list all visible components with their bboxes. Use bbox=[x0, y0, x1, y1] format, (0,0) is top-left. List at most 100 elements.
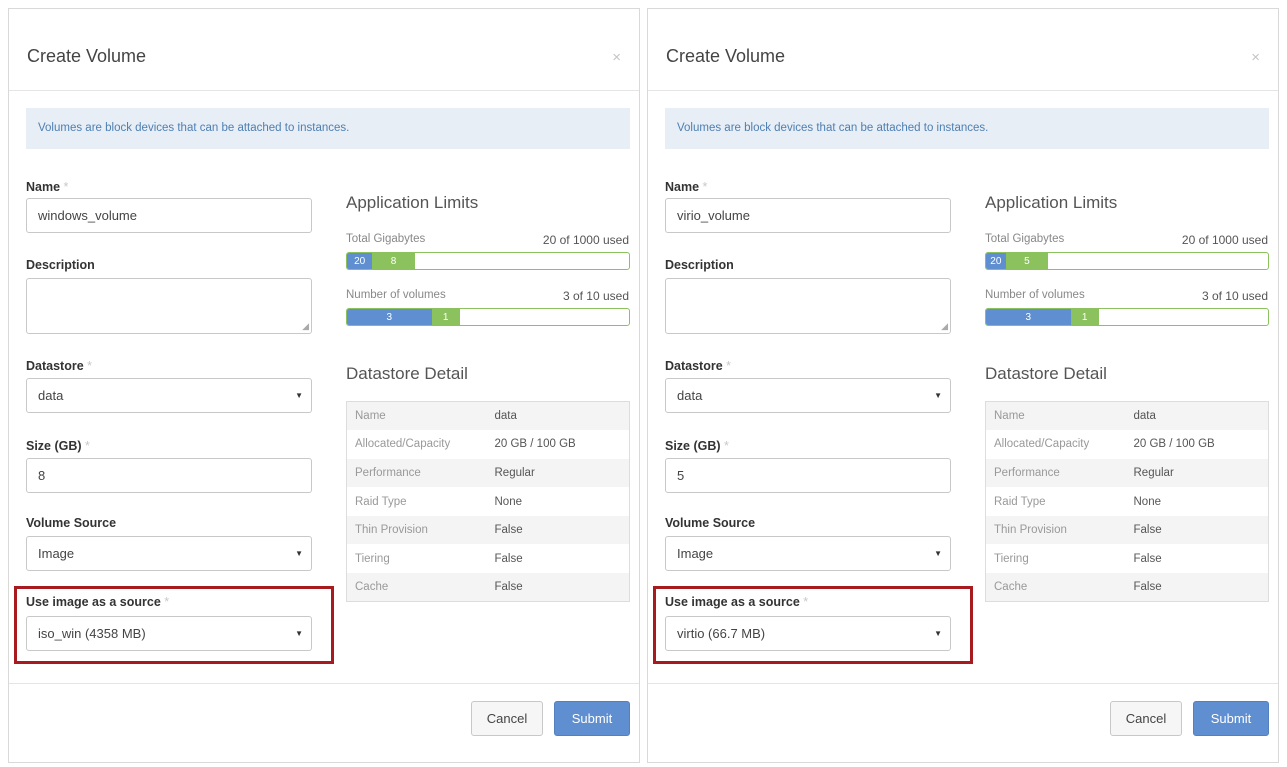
description-textarea[interactable]: ◢ bbox=[665, 278, 951, 334]
close-icon[interactable]: × bbox=[612, 49, 621, 66]
datastore-label: Datastore * bbox=[26, 359, 93, 373]
image-source-label: Use image as a source * bbox=[665, 595, 809, 609]
gigabytes-progress-bar: 20 8 bbox=[346, 252, 630, 270]
chevron-down-icon: ▼ bbox=[934, 391, 942, 400]
cancel-button[interactable]: Cancel bbox=[471, 701, 543, 736]
table-row: Allocated/Capacity 20 GB / 100 GB bbox=[347, 430, 630, 459]
volumes-used-segment: 3 bbox=[347, 309, 432, 325]
modal-header: Create Volume × bbox=[9, 9, 639, 91]
row-key: Thin Provision bbox=[994, 524, 1067, 537]
modal-footer bbox=[648, 683, 1278, 684]
row-key: Raid Type bbox=[994, 495, 1046, 508]
modal-footer bbox=[9, 683, 639, 684]
volumes-value: 3 of 10 used bbox=[562, 289, 629, 303]
gigabytes-label: Total Gigabytes bbox=[346, 233, 426, 245]
datastore-detail-table: Name data Allocated/Capacity 20 GB / 100 G… bbox=[346, 401, 630, 603]
gigabytes-used-segment: 20 bbox=[347, 253, 373, 269]
datastore-detail-title: Datastore Detail bbox=[346, 364, 468, 383]
image-source-label: Use image as a source * bbox=[26, 595, 170, 609]
chevron-down-icon: ▼ bbox=[934, 629, 942, 638]
gigabytes-label: Total Gigabytes bbox=[985, 233, 1065, 245]
application-limits-title: Application Limits bbox=[985, 193, 1118, 212]
info-message: Volumes are block devices that can be at… bbox=[665, 108, 1269, 149]
size-input[interactable]: 8 bbox=[26, 458, 312, 493]
table-row: Tiering False bbox=[347, 544, 630, 573]
row-key: Cache bbox=[355, 581, 389, 594]
close-icon[interactable]: × bbox=[1251, 49, 1260, 66]
name-input[interactable]: windows_volume bbox=[26, 198, 312, 233]
gigabytes-new-segment: 8 bbox=[372, 253, 415, 269]
size-label: Size (GB) * bbox=[26, 439, 90, 453]
row-key: Name bbox=[994, 410, 1025, 423]
table-row: Performance Regular bbox=[346, 458, 630, 488]
resize-handle-icon[interactable]: ◢ bbox=[302, 321, 309, 332]
image-source-select[interactable]: virtio (66.7 MB) ▼ bbox=[665, 616, 951, 651]
row-value: False bbox=[494, 524, 523, 537]
name-input[interactable]: virio_volume bbox=[665, 198, 951, 233]
description-label: Description bbox=[26, 258, 95, 272]
submit-button[interactable]: Submit bbox=[1193, 701, 1269, 736]
table-row: Allocated/Capacity 20 GB / 100 GB bbox=[986, 430, 1269, 459]
size-input[interactable]: 5 bbox=[665, 458, 951, 493]
row-key: Tiering bbox=[994, 552, 1029, 565]
volume-source-select[interactable]: Image ▼ bbox=[26, 536, 312, 571]
gigabytes-used-segment: 20 bbox=[986, 253, 1006, 269]
modal-title: Create Volume bbox=[27, 46, 147, 66]
chevron-down-icon: ▼ bbox=[295, 391, 303, 400]
volumes-value: 3 of 10 used bbox=[1201, 289, 1268, 303]
table-row: Performance Regular bbox=[985, 458, 1269, 488]
row-value: False bbox=[1133, 552, 1162, 565]
chevron-down-icon: ▼ bbox=[934, 549, 942, 558]
name-label: Name * bbox=[665, 180, 708, 194]
gigabytes-progress-bar: 20 5 bbox=[985, 252, 1269, 270]
volumes-new-segment: 1 bbox=[431, 309, 460, 325]
description-textarea[interactable]: ◢ bbox=[26, 278, 312, 334]
datastore-select[interactable]: data ▼ bbox=[665, 378, 951, 413]
name-label: Name * bbox=[26, 180, 69, 194]
gigabytes-new-segment: 5 bbox=[1005, 253, 1049, 269]
row-value: Regular bbox=[1133, 466, 1174, 479]
row-value: None bbox=[494, 495, 523, 508]
table-row: Name data bbox=[346, 401, 630, 431]
row-key: Name bbox=[355, 410, 386, 423]
volume-source-select[interactable]: Image ▼ bbox=[665, 536, 951, 571]
row-value: None bbox=[1133, 495, 1162, 508]
volume-source-label: Volume Source bbox=[665, 516, 756, 530]
row-value: 20 GB / 100 GB bbox=[494, 438, 576, 451]
datastore-label: Datastore * bbox=[665, 359, 732, 373]
row-value: False bbox=[1133, 524, 1162, 537]
resize-handle-icon[interactable]: ◢ bbox=[941, 321, 948, 332]
size-label: Size (GB) * bbox=[665, 439, 729, 453]
volume-source-label: Volume Source bbox=[26, 516, 117, 530]
volumes-label: Number of volumes bbox=[985, 289, 1085, 301]
modal-title: Create Volume bbox=[666, 46, 786, 66]
row-key: Performance bbox=[994, 466, 1060, 479]
table-row: Tiering False bbox=[986, 544, 1269, 573]
table-row: Thin Provision False bbox=[985, 515, 1269, 545]
row-value: data bbox=[494, 410, 517, 423]
create-volume-modal-right: Create Volume × Volumes are block device… bbox=[647, 8, 1279, 763]
table-row: Thin Provision False bbox=[346, 515, 630, 545]
row-key: Raid Type bbox=[355, 495, 407, 508]
cancel-button[interactable]: Cancel bbox=[1110, 701, 1182, 736]
row-key: Allocated/Capacity bbox=[355, 438, 451, 451]
table-row: Raid Type None bbox=[986, 487, 1269, 516]
row-key: Tiering bbox=[355, 552, 390, 565]
row-key: Cache bbox=[994, 581, 1028, 594]
create-volume-modal-left: Create Volume × Volumes are block device… bbox=[8, 8, 640, 763]
image-source-select[interactable]: iso_win (4358 MB) ▼ bbox=[26, 616, 312, 651]
submit-button[interactable]: Submit bbox=[554, 701, 630, 736]
datastore-select[interactable]: data ▼ bbox=[26, 378, 312, 413]
modal-header: Create Volume × bbox=[648, 9, 1278, 91]
info-message: Volumes are block devices that can be at… bbox=[26, 108, 630, 149]
volumes-progress-bar: 3 1 bbox=[985, 308, 1269, 326]
row-value: False bbox=[494, 581, 523, 594]
application-limits-title: Application Limits bbox=[346, 193, 479, 212]
volumes-new-segment: 1 bbox=[1070, 309, 1099, 325]
chevron-down-icon: ▼ bbox=[295, 549, 303, 558]
table-row: Raid Type None bbox=[347, 487, 630, 516]
table-row: Name data bbox=[985, 401, 1269, 431]
chevron-down-icon: ▼ bbox=[295, 629, 303, 638]
table-row: Cache False bbox=[985, 573, 1269, 602]
gigabytes-value: 20 of 1000 used bbox=[542, 233, 629, 247]
